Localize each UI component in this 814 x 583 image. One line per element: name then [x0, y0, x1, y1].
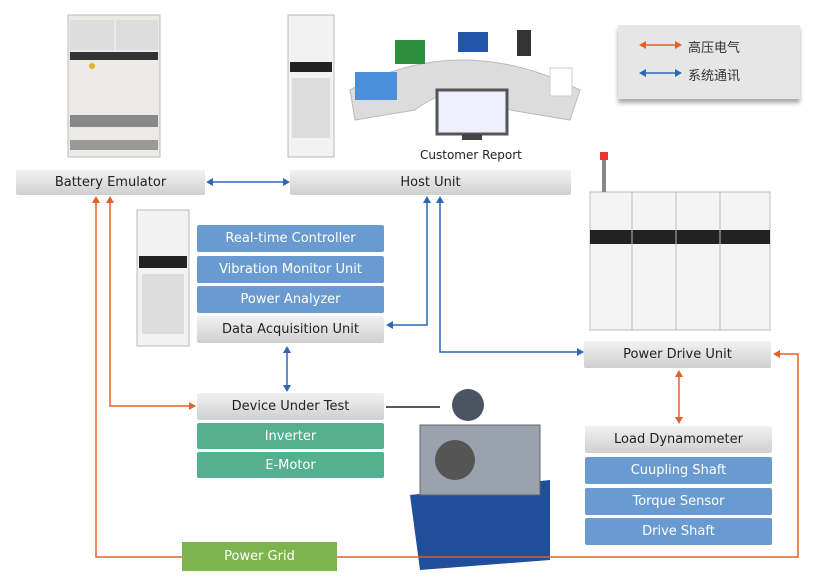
- legend: 高压电气 系统通讯: [618, 25, 800, 99]
- power-drive-box: Power Drive Unit: [584, 341, 771, 368]
- e-motor-box: E-Motor: [197, 452, 384, 478]
- customer-report-label: Customer Report: [420, 148, 522, 162]
- battery-emulator-box: Battery Emulator: [16, 170, 205, 195]
- dynamometer-image: [410, 389, 550, 570]
- realtime-controller-box: Real-time Controller: [197, 225, 384, 252]
- high-voltage-arrow-icon: [639, 41, 682, 49]
- data-acquisition-box: Data Acquisition Unit: [197, 316, 384, 343]
- host-unit-box: Host Unit: [290, 170, 571, 195]
- coupling-shaft-box: Cuupling Shaft: [585, 457, 772, 484]
- communication-arrowheads: [206, 178, 584, 392]
- load-dynamometer-box: Load Dynamometer: [585, 426, 772, 453]
- host-daq-link: [390, 200, 428, 326]
- system-diagram: 高压电气 系统通讯 Customer Report Battery Emulat…: [0, 0, 814, 583]
- data-acquisition-cabinet-image: [136, 209, 190, 347]
- legend-arrows: [639, 41, 682, 77]
- power-grid-box: Power Grid: [182, 542, 337, 571]
- power-drive-cabinet-image: [589, 152, 771, 331]
- communication-connectors: [210, 181, 580, 388]
- battery-emulator-cabinet-image: [67, 14, 161, 158]
- drive-shaft-box: Drive Shaft: [585, 518, 772, 545]
- legend-communication: 系统通讯: [688, 69, 741, 84]
- vibration-monitor-box: Vibration Monitor Unit: [197, 256, 384, 283]
- device-under-test-box: Device Under Test: [197, 393, 384, 420]
- host-powerdrive-link: [439, 200, 580, 353]
- host-unit-cabinet-image: [287, 14, 335, 158]
- customer-report-image: [349, 30, 581, 140]
- inverter-box: Inverter: [197, 423, 384, 449]
- legend-high-voltage: 高压电气: [688, 41, 741, 56]
- communication-arrow-icon: [639, 69, 682, 77]
- power-analyzer-box: Power Analyzer: [197, 286, 384, 313]
- torque-sensor-box: Torque Sensor: [585, 488, 772, 515]
